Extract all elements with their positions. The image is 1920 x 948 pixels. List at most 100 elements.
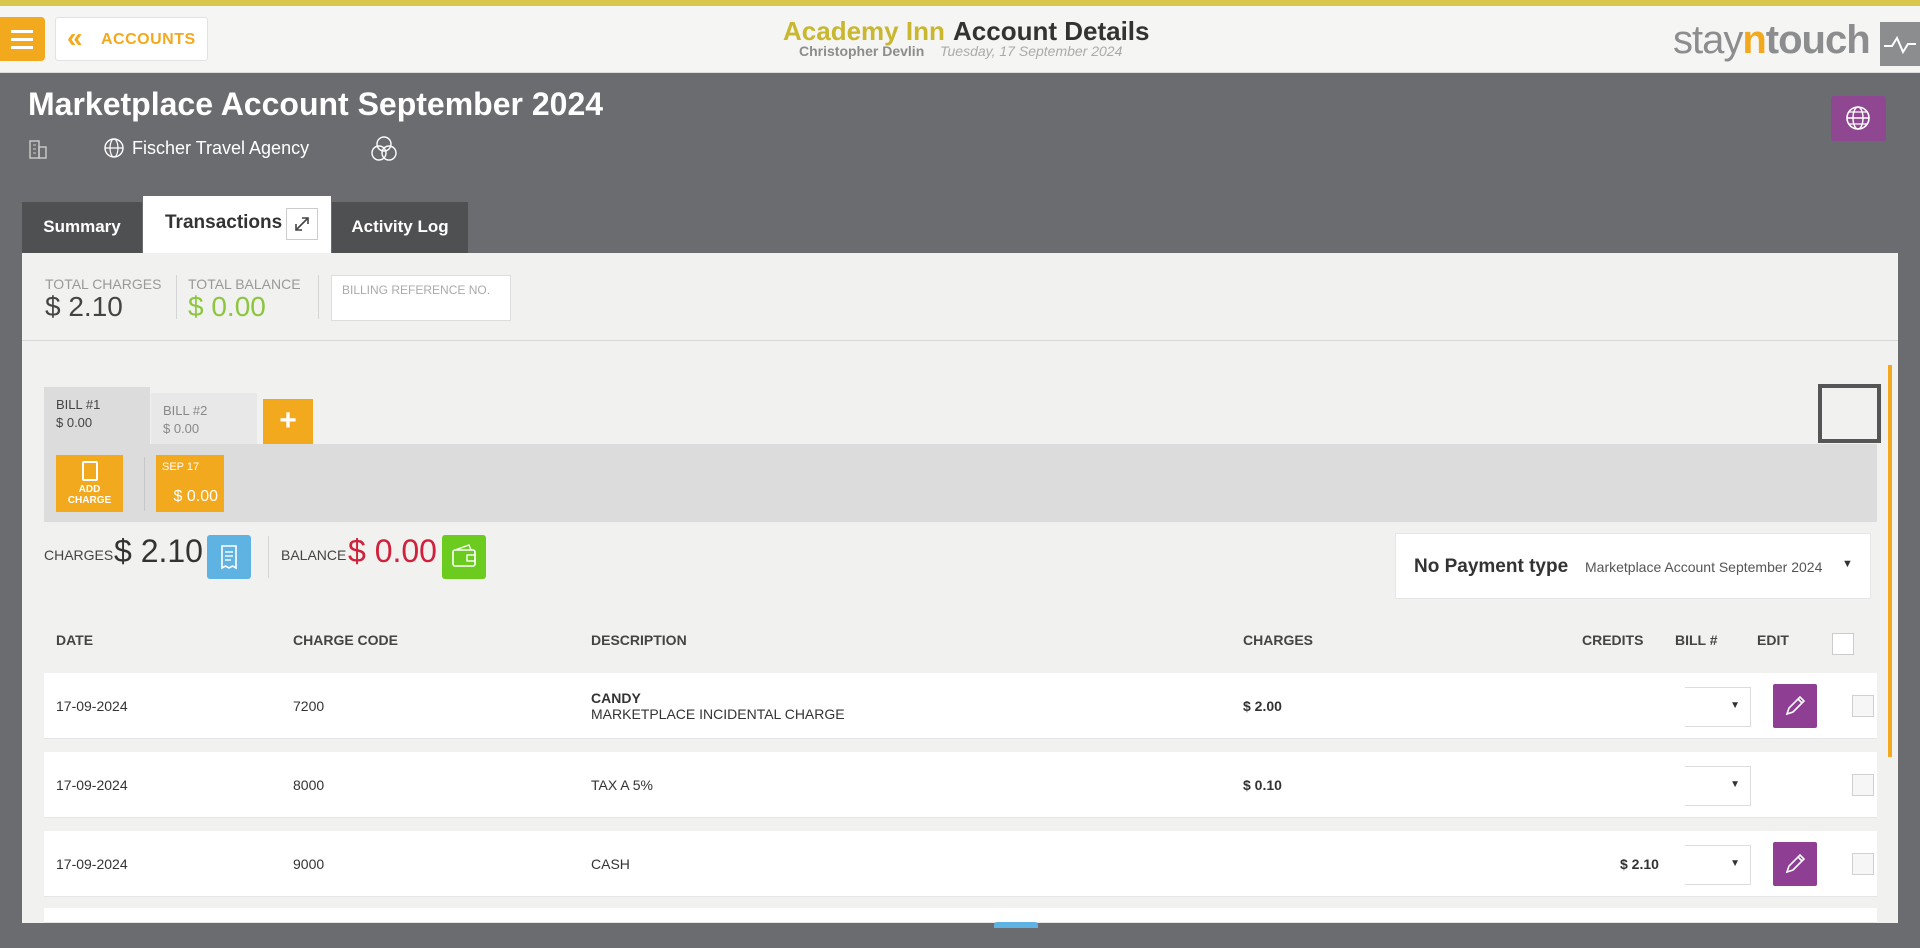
table-row: 17-09-2024 7200 CANDY MARKETPLACE INCIDE…: [44, 673, 1877, 739]
bill-number-select[interactable]: ▼: [1685, 845, 1751, 885]
business-date: Tuesday, 17 September 2024: [940, 43, 1123, 59]
bill-number-select[interactable]: ▼: [1685, 687, 1751, 727]
row-charge-code: 8000: [293, 777, 325, 793]
app-header: « ACCOUNTS Academy Inn Account Details C…: [0, 6, 1920, 73]
col-header-description: DESCRIPTION: [591, 632, 687, 648]
cursor-highlight: [1818, 384, 1881, 443]
globe-icon: [1846, 106, 1870, 130]
col-header-date: DATE: [56, 632, 94, 648]
payment-wallet-button[interactable]: [442, 535, 486, 579]
menu-button[interactable]: [0, 17, 45, 61]
balance-label: BALANCE: [281, 547, 347, 563]
globe-button[interactable]: [1831, 96, 1886, 141]
receipt-button[interactable]: [207, 535, 251, 579]
total-charges-value: $ 2.10: [45, 291, 123, 322]
bill-number-select[interactable]: ▼: [1685, 766, 1751, 806]
bill-label: BILL #1: [56, 397, 101, 412]
back-to-accounts-button[interactable]: « ACCOUNTS: [55, 17, 208, 61]
select-all-checkbox[interactable]: [1832, 633, 1854, 655]
row-checkbox[interactable]: [1852, 853, 1874, 875]
bill-dates-strip: [44, 444, 1877, 522]
charges-label: CHARGES: [44, 547, 114, 563]
row-description: MARKETPLACE INCIDENTAL CHARGE: [591, 706, 845, 722]
row-charges: $ 0.10: [1243, 777, 1282, 793]
table-row: 17-09-2024 8000 TAX A 5% $ 0.10 ▼: [44, 752, 1877, 818]
bill-amount: $ 0.00: [56, 415, 93, 430]
back-label: ACCOUNTS: [101, 31, 196, 48]
payment-type-selector[interactable]: No Payment type Marketplace Account Sept…: [1395, 533, 1871, 599]
date-card[interactable]: SEP 17 $ 0.00: [156, 455, 224, 512]
row-description: TAX A 5%: [591, 777, 653, 793]
user-name: Christopher Devlin: [799, 43, 925, 59]
tab-activity-log[interactable]: Activity Log: [332, 202, 468, 254]
total-balance-value: $ 0.00: [188, 291, 266, 322]
row-date: 17-09-2024: [56, 698, 128, 714]
date-card-amount: $ 0.00: [173, 488, 218, 505]
total-balance-label: TOTAL BALANCE: [188, 276, 301, 292]
edit-button[interactable]: [1773, 684, 1817, 728]
payment-account-select[interactable]: Marketplace Account September 2024: [1585, 559, 1822, 575]
divider: [144, 457, 145, 511]
globe-icon: [104, 138, 124, 158]
col-header-bill: BILL #: [1675, 632, 1718, 648]
add-charge-label-1: ADD: [78, 484, 101, 495]
tab-summary[interactable]: Summary: [22, 202, 142, 254]
pulse-icon: [1884, 35, 1916, 55]
add-charge-button[interactable]: ADD CHARGE: [56, 455, 123, 512]
menu-icon: [11, 30, 33, 33]
building-icon: [29, 140, 47, 159]
add-charge-label-2: CHARGE: [67, 495, 112, 506]
billing-reference-input[interactable]: BILLING REFERENCE NO.: [331, 275, 511, 321]
col-header-charges: CHARGES: [1243, 632, 1314, 648]
row-date: 17-09-2024: [56, 777, 128, 793]
date-card-date: SEP 17: [162, 461, 200, 473]
row-charge-code: 7200: [293, 698, 325, 714]
scrollbar[interactable]: [1888, 365, 1892, 757]
scroll-handle[interactable]: [994, 922, 1038, 928]
row-date: 17-09-2024: [56, 856, 128, 872]
bill-label: BILL #2: [163, 403, 208, 418]
row-credits: $ 2.10: [1620, 856, 1659, 872]
total-charges-label: TOTAL CHARGES: [45, 276, 162, 292]
divider: [176, 275, 177, 319]
bill-tab-1[interactable]: BILL #1 $ 0.00: [44, 387, 150, 445]
billing-reference-placeholder: BILLING REFERENCE NO.: [342, 283, 491, 297]
rings-icon[interactable]: [370, 135, 398, 163]
transactions-panel: TOTAL CHARGES $ 2.10 TOTAL BALANCE $ 0.0…: [22, 253, 1898, 928]
row-description-title: CANDY: [591, 690, 641, 706]
divider: [268, 536, 269, 578]
receipt-icon: [221, 545, 237, 570]
balance-value: $ 0.00: [348, 533, 437, 569]
row-charge-code: 9000: [293, 856, 325, 872]
menu-icon-bar: [11, 46, 33, 49]
edit-button[interactable]: [1773, 842, 1817, 886]
table-row: [44, 908, 1877, 923]
activity-pulse-button[interactable]: [1880, 22, 1920, 66]
row-checkbox[interactable]: [1852, 774, 1874, 796]
double-chevron-left-icon: «: [67, 22, 83, 53]
pencil-icon: [1785, 695, 1806, 716]
add-bill-button[interactable]: +: [263, 399, 313, 445]
payment-type-label: No Payment type: [1414, 556, 1569, 577]
caret-down-icon: ▼: [1730, 700, 1740, 711]
row-checkbox[interactable]: [1852, 695, 1874, 717]
caret-down-icon: ▼: [1730, 858, 1740, 869]
calculator-icon: [81, 461, 98, 481]
expand-icon: [295, 217, 309, 231]
account-title: Marketplace Account September 2024: [28, 86, 604, 122]
col-header-edit: EDIT: [1757, 632, 1789, 648]
totals-bar: TOTAL CHARGES $ 2.10 TOTAL BALANCE $ 0.0…: [22, 253, 1898, 341]
expand-button[interactable]: [286, 208, 318, 240]
bill-tab-2[interactable]: BILL #2 $ 0.00: [151, 393, 257, 445]
row-charges: $ 2.00: [1243, 698, 1282, 714]
table-row: 17-09-2024 9000 CASH $ 2.10 ▼: [44, 831, 1877, 897]
row-description: CASH: [591, 856, 630, 872]
col-header-credits: CREDITS: [1582, 632, 1644, 648]
caret-down-icon: ▼: [1842, 558, 1853, 570]
caret-down-icon: ▼: [1730, 779, 1740, 790]
pencil-icon: [1785, 853, 1806, 874]
divider: [318, 275, 319, 319]
bill-amount: $ 0.00: [163, 421, 200, 436]
charges-value: $ 2.10: [114, 533, 203, 569]
travel-agency-name[interactable]: Fischer Travel Agency: [132, 138, 309, 159]
